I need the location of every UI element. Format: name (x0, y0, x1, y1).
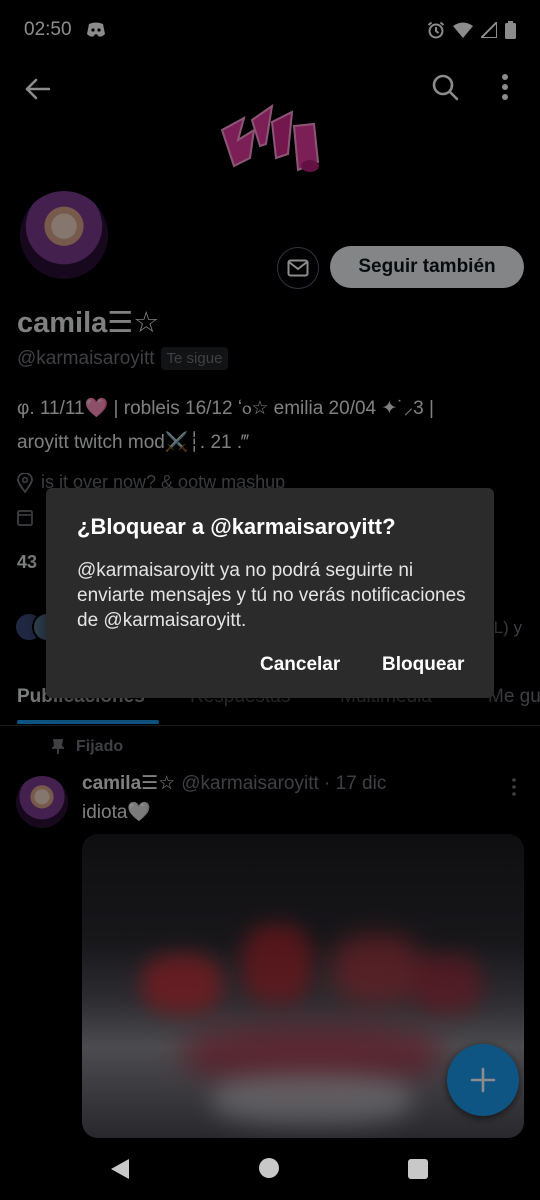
system-back-icon[interactable] (110, 1158, 130, 1180)
system-home-icon[interactable] (259, 1158, 279, 1178)
block-button[interactable]: Bloquear (382, 654, 464, 676)
system-navigation-bar (0, 1138, 540, 1200)
block-confirmation-dialog: ¿Bloquear a @karmaisaroyitt? @karmaisaro… (46, 488, 494, 698)
dialog-title: ¿Bloquear a @karmaisaroyitt? (77, 514, 396, 539)
system-recents-icon[interactable] (408, 1159, 428, 1179)
cancel-button[interactable]: Cancelar (260, 654, 340, 676)
dialog-body: @karmaisaroyitt ya no podrá seguirte ni … (77, 560, 466, 631)
